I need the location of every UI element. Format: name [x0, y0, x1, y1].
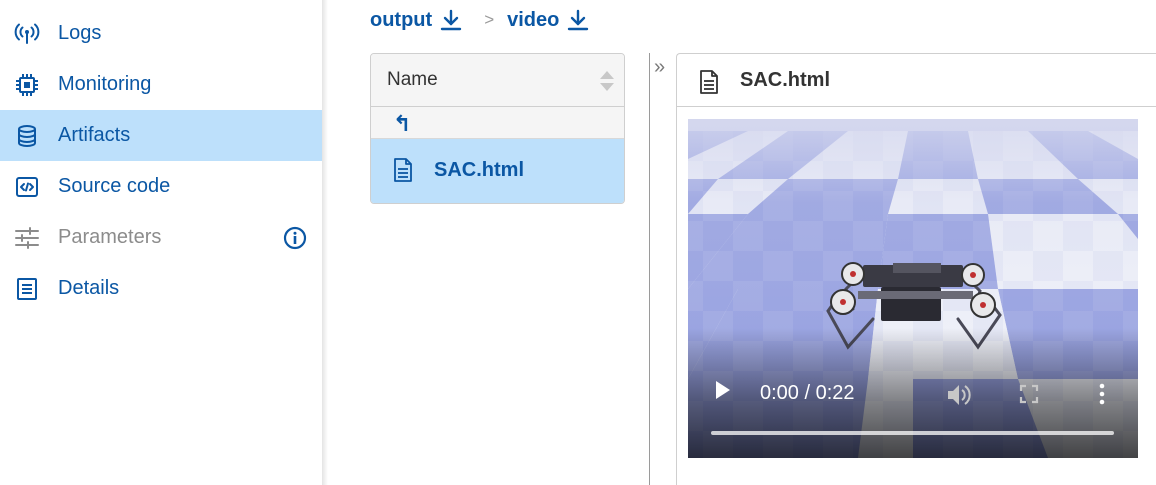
file-list: Name ↰ SAC.html [370, 53, 625, 204]
sidebar-item-label: Source code [58, 175, 171, 197]
preview-title: SAC.html [740, 69, 830, 91]
breadcrumb-item-video[interactable]: video [507, 9, 589, 32]
code-icon [14, 174, 40, 200]
sidebar-item-logs[interactable]: Logs [0, 8, 322, 59]
sliders-icon [14, 225, 40, 251]
file-icon [394, 158, 412, 182]
sidebar-item-label: Logs [58, 22, 102, 44]
file-list-header[interactable]: Name [371, 54, 624, 107]
download-icon[interactable] [567, 9, 589, 31]
info-icon[interactable] [282, 225, 308, 251]
preview-header: SAC.html [677, 54, 1156, 107]
more-options-icon[interactable] [1096, 382, 1108, 406]
sidebar-item-source-code[interactable]: Source code [0, 161, 322, 212]
chip-icon [14, 72, 40, 98]
sidebar-item-label: Parameters [58, 226, 162, 248]
sidebar-item-parameters[interactable]: Parameters [0, 212, 322, 263]
sort-icon[interactable] [599, 70, 615, 92]
sidebar-item-label: Artifacts [58, 124, 131, 146]
sidebar-item-details[interactable]: Details [0, 263, 322, 314]
up-arrow-icon[interactable]: ↰ [393, 111, 411, 137]
sidebar: Logs Monitoring Artifacts Source code Pa… [0, 0, 322, 485]
sidebar-item-label: Details [58, 277, 120, 299]
list-item[interactable]: SAC.html [371, 139, 624, 203]
collapse-panel-button[interactable]: » [654, 56, 665, 79]
video-time: 0:00 / 0:22 [760, 382, 855, 404]
breadcrumb-label[interactable]: output [370, 9, 432, 32]
parent-directory-row[interactable]: ↰ [371, 107, 624, 139]
video-controls: 0:00 / 0:22 [688, 328, 1138, 458]
play-icon[interactable] [714, 379, 732, 401]
breadcrumb-separator: > [484, 10, 495, 29]
file-icon [700, 70, 718, 94]
column-header-name[interactable]: Name [387, 69, 438, 91]
file-name[interactable]: SAC.html [434, 159, 524, 182]
fullscreen-icon[interactable] [1019, 384, 1039, 404]
breadcrumb-label[interactable]: video [507, 9, 559, 32]
video-progress-bar[interactable] [711, 431, 1114, 435]
sidebar-item-monitoring[interactable]: Monitoring [0, 59, 322, 110]
antenna-icon [14, 21, 40, 47]
video-player[interactable]: 0:00 / 0:22 [688, 119, 1138, 458]
volume-icon[interactable] [946, 383, 972, 407]
breadcrumb-item-output[interactable]: output [370, 9, 462, 32]
panel-divider[interactable] [649, 53, 650, 485]
sidebar-shadow [322, 0, 328, 485]
breadcrumb: output > video [370, 5, 589, 35]
download-icon[interactable] [440, 9, 462, 31]
document-icon [14, 276, 40, 302]
sidebar-item-artifacts[interactable]: Artifacts [0, 110, 322, 161]
sidebar-item-label: Monitoring [58, 73, 152, 95]
database-icon [14, 123, 40, 149]
